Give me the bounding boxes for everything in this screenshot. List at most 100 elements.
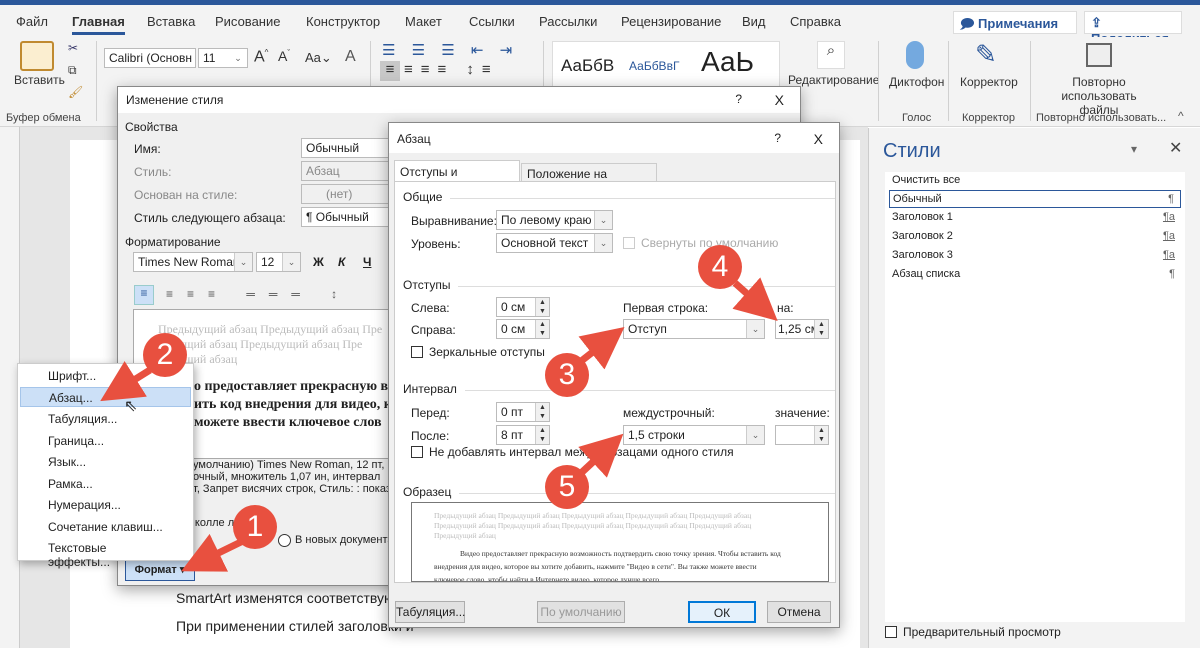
callout-3: 3: [545, 353, 589, 397]
editor-pen-icon[interactable]: ✎: [975, 39, 997, 70]
tabs-button[interactable]: Табуляция...: [395, 601, 465, 623]
italic-button[interactable]: К: [338, 255, 345, 269]
size-select[interactable]: 12 ⌄: [256, 252, 301, 272]
chevron-down-icon: ⌄: [234, 253, 252, 271]
tab-design[interactable]: Конструктор: [306, 14, 380, 29]
spinner-icon: ▲ ▼: [535, 298, 549, 316]
menu-item-border[interactable]: Граница...: [20, 431, 191, 451]
help-button[interactable]: ?: [735, 92, 742, 106]
font-size-select[interactable]: 11 ⌄: [198, 48, 248, 68]
shrink-font-icon[interactable]: Aˇ: [278, 48, 290, 64]
editing-button[interactable]: Редактирование: [788, 73, 879, 87]
mouse-cursor-icon: ⇖: [124, 398, 138, 415]
copy-icon[interactable]: ⧉: [68, 63, 77, 78]
spacing-after-input[interactable]: 8 пт ▲ ▼: [496, 425, 550, 445]
tab-home[interactable]: Главная: [72, 14, 125, 35]
collapse-ribbon-icon[interactable]: ^: [1178, 109, 1184, 123]
search-icon[interactable]: ⌕: [817, 41, 845, 69]
menu-item-tabs[interactable]: Табуляция...: [20, 409, 191, 429]
tab-mailings[interactable]: Рассылки: [539, 14, 597, 29]
dictate-button[interactable]: Диктофон: [889, 75, 944, 89]
grow-font-icon[interactable]: A^: [254, 48, 268, 66]
bold-button[interactable]: Ж: [313, 255, 324, 269]
tab-page-position[interactable]: Положение на странице: [521, 163, 657, 195]
outline-level-select[interactable]: Основной текст ⌄: [496, 233, 613, 253]
style-item-heading3[interactable]: Заголовок 3 ¶a: [889, 247, 1181, 265]
paragraph-dialog: Абзац ? X Отступы и интервалы Положение …: [388, 122, 840, 628]
indent-right-input[interactable]: 0 см ▲ ▼: [496, 319, 550, 339]
list-icons[interactable]: ☰ ☰ ☰ ⇤ ⇥: [382, 41, 518, 59]
menu-item-language[interactable]: Язык...: [20, 452, 191, 472]
first-line-select[interactable]: Отступ ⌄: [623, 319, 765, 339]
menu-item-shortcut[interactable]: Сочетание клавиш...: [20, 517, 191, 537]
change-case-button[interactable]: Aa⌄: [305, 50, 332, 66]
tab-insert[interactable]: Вставка: [147, 14, 195, 29]
spinner-icon: ▲ ▼: [814, 426, 828, 444]
cut-icon[interactable]: ✂: [68, 41, 78, 55]
collapsed-checkbox: [623, 237, 635, 249]
style-item-clear[interactable]: Очистить все: [889, 172, 1181, 190]
tab-layout[interactable]: Макет: [405, 14, 442, 29]
menu-item-paragraph[interactable]: Абзац...: [20, 387, 191, 407]
alignment-select[interactable]: По левому краю ⌄: [496, 210, 613, 230]
indent-left-input[interactable]: 0 см ▲ ▼: [496, 297, 550, 317]
clear-formatting-icon[interactable]: A: [345, 48, 356, 66]
help-button[interactable]: ?: [774, 131, 781, 145]
menu-item-text-effects[interactable]: Текстовые эффекты...: [20, 538, 191, 569]
style-item-list-paragraph[interactable]: Абзац списка ¶: [889, 266, 1181, 284]
tab-references[interactable]: Ссылки: [469, 14, 515, 29]
preview-checkbox[interactable]: [885, 626, 897, 638]
share-button[interactable]: ⇪ Поделиться: [1084, 11, 1182, 46]
microphone-icon[interactable]: [906, 41, 924, 69]
spacing-before-input[interactable]: 0 пт ▲ ▼: [496, 402, 550, 422]
style-item-heading1[interactable]: Заголовок 1 ¶a: [889, 209, 1181, 227]
line-spacing-value-input[interactable]: ▲ ▼: [775, 425, 829, 445]
cancel-button[interactable]: Отмена: [767, 601, 831, 623]
align-left-icon[interactable]: ≡: [134, 285, 154, 305]
ok-button[interactable]: ОК: [688, 601, 756, 623]
tab-indents-spacing[interactable]: Отступы и интервалы: [394, 160, 520, 193]
style-item-heading2[interactable]: Заголовок 2 ¶a: [889, 228, 1181, 246]
tab-help[interactable]: Справка: [790, 14, 841, 29]
close-button[interactable]: X: [775, 92, 784, 108]
spinner-icon: ▲ ▼: [535, 426, 549, 444]
styles-list: Очистить все Обычный ¶ Заголовок 1 ¶a Заго…: [885, 172, 1185, 622]
paste-button[interactable]: Вставить: [14, 73, 65, 87]
tab-review[interactable]: Рецензирование: [621, 14, 721, 29]
menu-item-frame[interactable]: Рамка...: [20, 474, 191, 494]
no-space-checkbox[interactable]: [411, 446, 423, 458]
close-icon[interactable]: ✕: [1169, 138, 1182, 158]
pane-options-icon[interactable]: ▾: [1131, 142, 1137, 156]
format-painter-icon[interactable]: 🖌: [68, 85, 83, 99]
chevron-down-icon: ⌄: [594, 234, 612, 252]
alignment-spacing-icons[interactable]: ≡≡≡ ═══ ↕: [166, 287, 351, 301]
underline-button[interactable]: Ч: [363, 255, 371, 269]
set-default-button[interactable]: По умолчанию: [537, 601, 625, 623]
next-style-select[interactable]: ¶ Обычный: [301, 207, 401, 227]
align-icons[interactable]: ≡≡≡ ↕≡: [404, 61, 499, 78]
font-name-select[interactable]: Calibri (Основн: [104, 48, 196, 68]
menu-item-numbering[interactable]: Нумерация...: [20, 495, 191, 515]
comments-button[interactable]: 🗩 Примечания ⌄: [953, 11, 1077, 52]
reuse-files-button[interactable]: Повторно использовать файлы: [1043, 75, 1155, 117]
align-left-icon[interactable]: ≡: [380, 61, 400, 81]
new-docs-radio[interactable]: [278, 534, 291, 547]
tab-view[interactable]: Вид: [742, 14, 766, 29]
ribbon-tabs: Файл Главная Вставка Рисование Конструкт…: [0, 5, 1200, 52]
line-spacing-select[interactable]: 1,5 строки ⌄: [623, 425, 765, 445]
styles-pane-title: Стили: [883, 140, 941, 162]
mirror-indents-checkbox[interactable]: [411, 346, 423, 358]
share-icon: ⇪: [1091, 15, 1102, 30]
format-button[interactable]: Формат ▾: [125, 559, 195, 581]
style-item-normal[interactable]: Обычный ¶: [889, 190, 1181, 208]
close-button[interactable]: X: [814, 131, 823, 147]
style-name-input[interactable]: Обычный: [301, 138, 401, 158]
paste-icon[interactable]: [20, 41, 54, 71]
editor-button[interactable]: Корректор: [960, 75, 1018, 89]
font-select[interactable]: Times New Roman ⌄: [133, 252, 253, 272]
tab-draw[interactable]: Рисование: [215, 14, 280, 29]
chevron-down-icon: ⌄: [229, 49, 247, 67]
first-line-by-input[interactable]: 1,25 см ▲ ▼: [775, 319, 829, 339]
reuse-files-icon[interactable]: [1086, 43, 1112, 67]
tab-file[interactable]: Файл: [16, 14, 48, 29]
